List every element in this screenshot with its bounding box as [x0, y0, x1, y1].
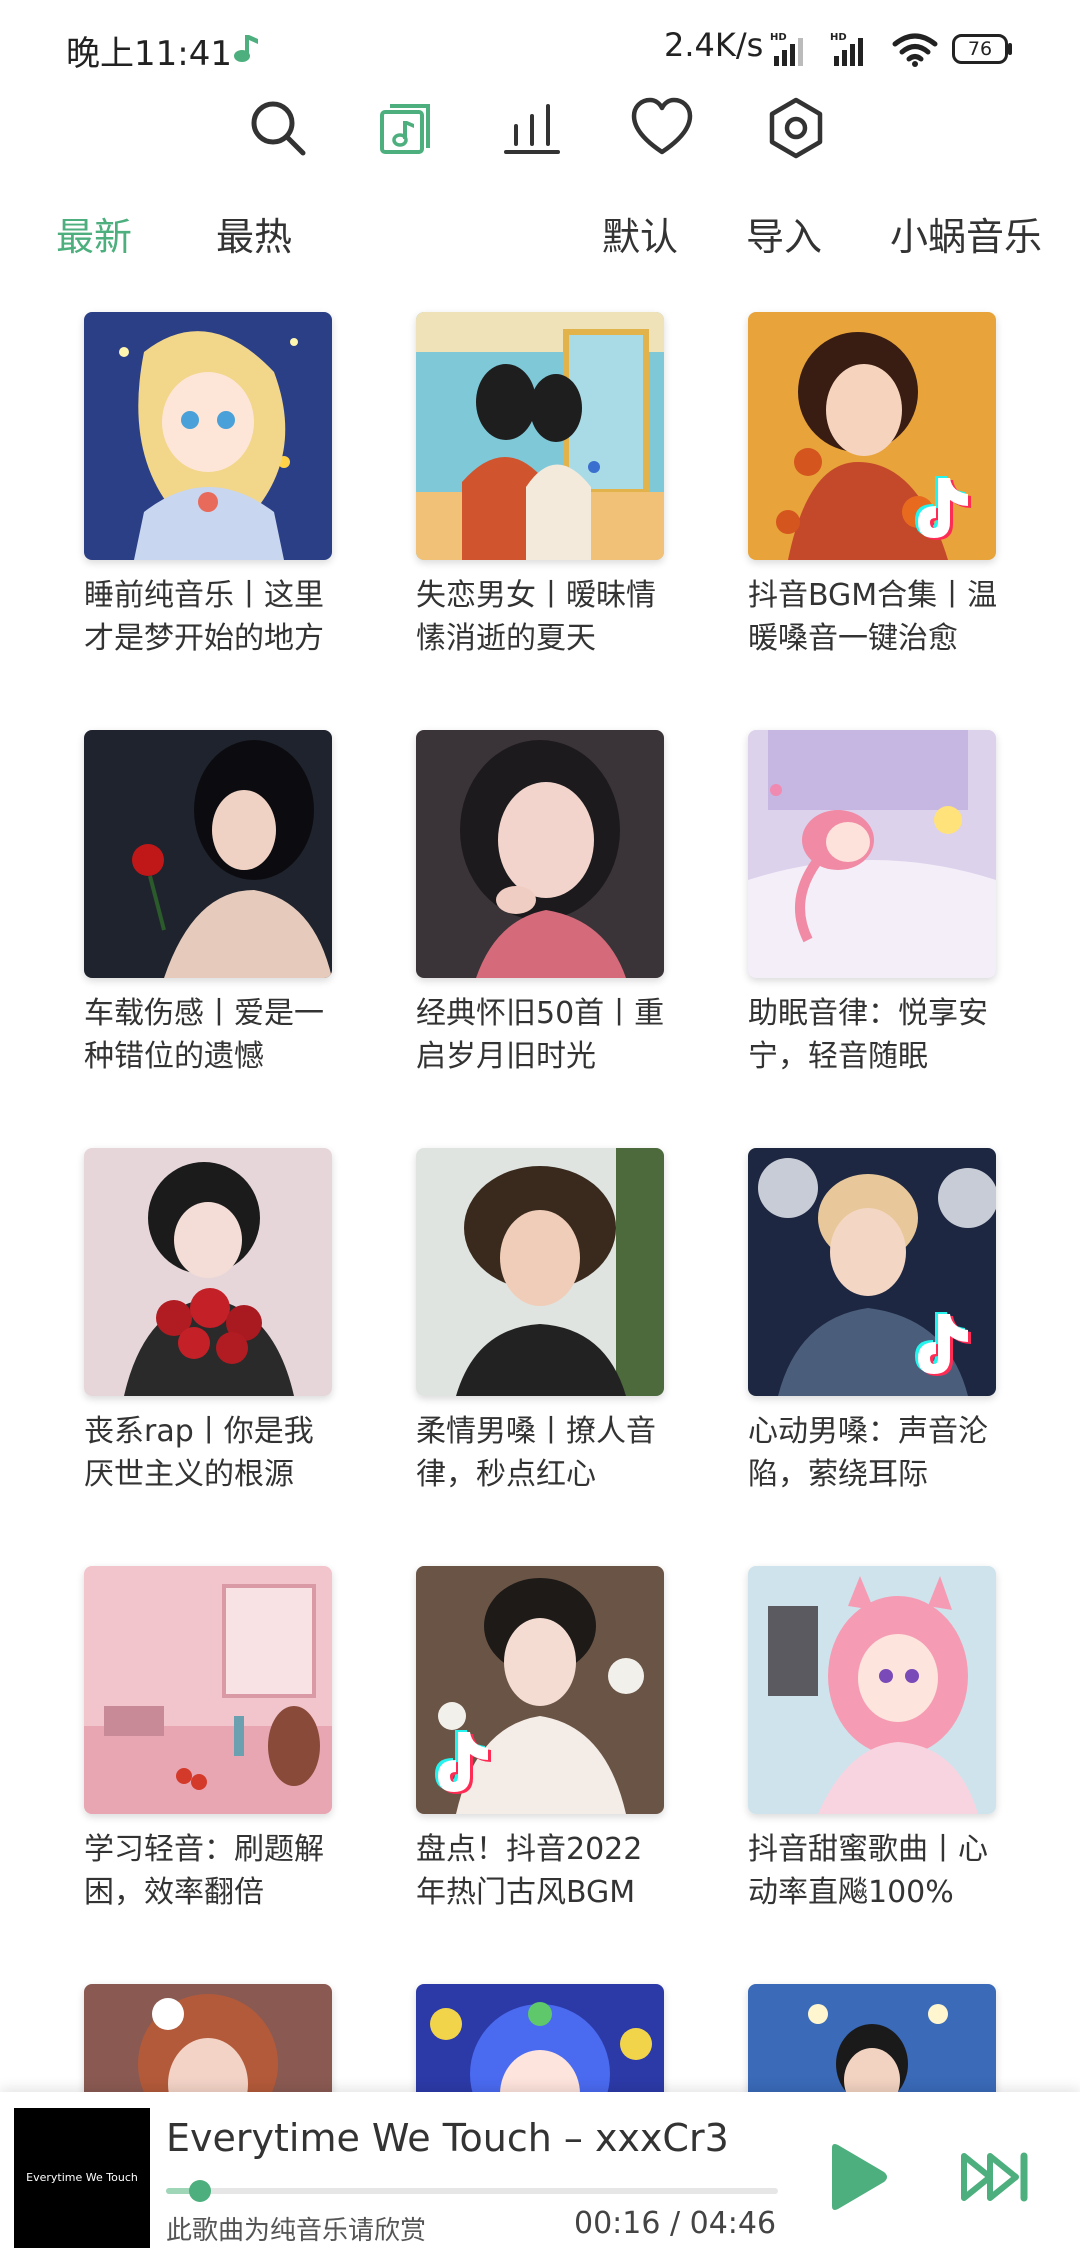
- playlist-title: 心动男嗓：声音沦陷，萦绕耳际: [748, 1414, 988, 1492]
- playlist-card[interactable]: 丧系rap丨你是我厌世主义的根源: [84, 1148, 332, 1496]
- playlist-title: 车载伤感丨爱是一种错位的遗憾: [84, 996, 324, 1074]
- search-icon[interactable]: [246, 96, 310, 160]
- next-track-icon[interactable]: [960, 2150, 1032, 2204]
- album-art[interactable]: Everytime We Touch: [14, 2108, 150, 2248]
- mini-player[interactable]: Everytime We Touch Everytime We Touch – …: [0, 2092, 1080, 2260]
- playlist-title: 盘点！抖音2022年热门古风BGM: [416, 1832, 643, 1910]
- now-playing-subtitle: 此歌曲为纯音乐请欣赏: [166, 2216, 427, 2246]
- playlist-title: 学习轻音：刷题解困，效率翻倍: [84, 1832, 324, 1910]
- playback-time: 00:16 / 04:46: [574, 2206, 777, 2241]
- music-app: 晚上11:41 2.4K/s HD HD 76 最新 最热 默认 导入 小蜗音乐…: [0, 0, 1080, 2260]
- playlist-cover: [84, 730, 332, 978]
- svg-text:HD: HD: [830, 32, 847, 43]
- playlist-card[interactable]: 失恋男女丨暧昧情愫消逝的夏天: [416, 312, 664, 660]
- now-playing-title: Everytime We Touch – xxxCr3: [166, 2116, 729, 2160]
- playlist-title: 失恋男女丨暧昧情愫消逝的夏天: [416, 578, 656, 656]
- playlist-title: 抖音BGM合集丨温暖嗓音一键治愈: [748, 578, 998, 656]
- playlist-card[interactable]: 抖音甜蜜歌曲丨心动率直飚100%: [748, 1566, 996, 1914]
- playlist-cover: [84, 1566, 332, 1814]
- playlist-title: 助眠音律：悦享安宁，轻音随眠: [748, 996, 988, 1074]
- chart-icon[interactable]: [500, 96, 564, 160]
- playlist-title: 抖音甜蜜歌曲丨心动率直飚100%: [748, 1832, 988, 1910]
- playlist-cover: [748, 730, 996, 978]
- playlist-card[interactable]: 睡前纯音乐丨这里才是梦开始的地方: [84, 312, 332, 660]
- music-note-icon: [234, 35, 258, 62]
- svg-text:HD: HD: [770, 32, 787, 43]
- wifi-icon: [892, 33, 938, 67]
- status-bar: 晚上11:41 2.4K/s HD HD 76: [0, 0, 1080, 100]
- tab-default[interactable]: 默认: [602, 206, 678, 261]
- tab-source[interactable]: 小蜗音乐: [890, 206, 1042, 261]
- battery-level: 76: [967, 38, 993, 60]
- hd-signal-icon: HD: [770, 32, 803, 66]
- tiktok-icon: [915, 1312, 971, 1376]
- tab-hot[interactable]: 最热: [216, 206, 292, 261]
- heart-icon[interactable]: [630, 96, 694, 160]
- settings-icon[interactable]: [764, 96, 828, 160]
- playlist-cover: [416, 730, 664, 978]
- playlist-cover: [84, 1148, 332, 1396]
- progress-slider[interactable]: [166, 2180, 778, 2202]
- play-icon[interactable]: [822, 2140, 892, 2214]
- playlist-title: 丧系rap丨你是我厌世主义的根源: [84, 1414, 314, 1492]
- playlist-card[interactable]: 助眠音律：悦享安宁，轻音随眠: [748, 730, 996, 1078]
- status-time: 晚上11:41: [66, 34, 232, 74]
- playlist-card[interactable]: 经典怀旧50首丨重启岁月旧时光: [416, 730, 664, 1078]
- playlist-title: 柔情男嗓丨撩人音律，秒点红心: [416, 1414, 656, 1492]
- playlist-title: 睡前纯音乐丨这里才是梦开始的地方: [84, 578, 324, 656]
- playlist-card[interactable]: 车载伤感丨爱是一种错位的遗憾: [84, 730, 332, 1078]
- playlist-cover: [416, 1148, 664, 1396]
- playlist-cover: [416, 1566, 664, 1814]
- network-speed: 2.4K/s: [664, 26, 764, 64]
- playlist-cover: [748, 1566, 996, 1814]
- playlist-cover: [748, 1148, 996, 1396]
- playlist-card[interactable]: 抖音BGM合集丨温暖嗓音一键治愈: [748, 312, 998, 660]
- playlist-card[interactable]: 柔情男嗓丨撩人音律，秒点红心: [416, 1148, 664, 1496]
- tab-import[interactable]: 导入: [746, 206, 822, 261]
- playlist-cover: [748, 312, 996, 560]
- tiktok-icon: [915, 476, 971, 540]
- hd-signal-icon: HD: [830, 32, 863, 66]
- playlist-cover: [84, 312, 332, 560]
- tiktok-icon: [435, 1730, 491, 1794]
- playlist-cover: [416, 312, 664, 560]
- playlist-title: 经典怀旧50首丨重启岁月旧时光: [416, 996, 665, 1074]
- playlist-card[interactable]: 学习轻音：刷题解困，效率翻倍: [84, 1566, 332, 1914]
- music-library-icon[interactable]: [376, 96, 440, 160]
- playlist-card[interactable]: 盘点！抖音2022年热门古风BGM: [416, 1566, 664, 1914]
- tab-latest[interactable]: 最新: [56, 206, 132, 261]
- playlist-card[interactable]: 心动男嗓：声音沦陷，萦绕耳际: [748, 1148, 996, 1496]
